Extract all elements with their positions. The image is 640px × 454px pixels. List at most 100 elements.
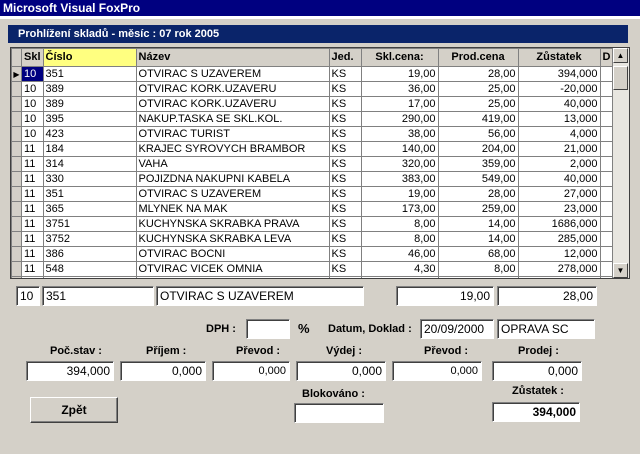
cell-cislo[interactable]: 351 [42, 66, 137, 82]
cell-jed[interactable]: KS [328, 231, 362, 247]
cell-jed[interactable]: KS [328, 171, 362, 187]
table-row[interactable]: 10 389 OTVIRAC KORK.UZAVERU KS 36,00 25,00 -20… [11, 81, 617, 97]
cell-skl[interactable]: 11 [21, 171, 44, 187]
cell-skl[interactable]: 11 [21, 216, 44, 232]
prevod1-field[interactable]: 0,000 [212, 361, 290, 381]
cell-cislo[interactable]: 330 [42, 171, 137, 187]
cell-cislo[interactable]: 389 [42, 96, 137, 112]
cell-skl[interactable]: 11 [21, 201, 44, 217]
col-header-skl-cena[interactable]: Skl.cena: [360, 48, 439, 67]
cell-zustatek[interactable]: 4,000 [517, 126, 601, 142]
cell-prod-cena[interactable]: 259,00 [437, 201, 519, 217]
cell-nazev[interactable]: KUCHYNSKA SKRABKA LEVA [135, 231, 330, 247]
col-header-zustatek[interactable]: Zůstatek [517, 48, 601, 67]
cell-cislo[interactable]: 3751 [42, 216, 137, 232]
cell-skl-cena[interactable]: 19,00 [360, 66, 439, 82]
table-row[interactable]: KS [11, 276, 617, 278]
cell-zustatek[interactable]: 13,000 [517, 111, 601, 127]
poc-stav-field[interactable]: 394,000 [26, 361, 114, 381]
col-header-nazev[interactable]: Název [135, 48, 330, 67]
cell-skl[interactable]: 11 [21, 261, 44, 277]
cell-cislo[interactable]: 395 [42, 111, 137, 127]
cell-prod-cena[interactable]: 549,00 [437, 171, 519, 187]
table-row[interactable]: ▶ 10 351 OTVIRAC S UZAVEREM KS 19,00 28,00 394,… [11, 66, 617, 82]
cell-zustatek[interactable]: 40,000 [517, 96, 601, 112]
scroll-up-icon[interactable]: ▲ [613, 48, 628, 63]
cell-jed[interactable]: KS [328, 66, 362, 82]
cell-cislo[interactable]: 365 [42, 201, 137, 217]
table-row[interactable]: 11 330 POJIZDNA NAKUPNI KABELA KS 383,00 549,… [11, 171, 617, 187]
cell-jed[interactable]: KS [328, 186, 362, 202]
cell-prod-cena[interactable]: 28,00 [437, 66, 519, 82]
cell-zustatek[interactable]: 27,000 [517, 186, 601, 202]
cell-cislo[interactable] [42, 276, 137, 278]
cell-skl-cena[interactable]: 19,00 [360, 186, 439, 202]
cell-skl[interactable]: 10 [21, 66, 44, 82]
back-button[interactable]: Zpět [30, 397, 118, 423]
cell-skl[interactable]: 11 [21, 156, 44, 172]
cell-skl[interactable]: 11 [21, 186, 44, 202]
cell-zustatek[interactable]: 21,000 [517, 141, 601, 157]
cell-jed[interactable]: KS [328, 246, 362, 262]
cell-prod-cena[interactable]: 25,00 [437, 81, 519, 97]
prodej-field[interactable]: 0,000 [492, 361, 582, 381]
cell-prod-cena[interactable]: 25,00 [437, 96, 519, 112]
table-row[interactable]: 10 395 NAKUP.TASKA SE SKL.KOL. KS 290,00 419,… [11, 111, 617, 127]
cell-prod-cena[interactable]: 204,00 [437, 141, 519, 157]
cell-cislo[interactable]: 548 [42, 261, 137, 277]
cell-cislo[interactable]: 314 [42, 156, 137, 172]
stock-grid[interactable]: Skl Číslo Název Jed. Skl.cena: Prod.cena… [10, 47, 630, 279]
cell-skl-cena[interactable]: 38,00 [360, 126, 439, 142]
zustatek-field[interactable]: 394,000 [492, 402, 580, 422]
cell-cislo[interactable]: 423 [42, 126, 137, 142]
cell-prod-cena[interactable]: 56,00 [437, 126, 519, 142]
cell-skl[interactable]: 11 [21, 231, 44, 247]
cell-skl-cena[interactable]: 17,00 [360, 96, 439, 112]
cell-prod-cena[interactable]: 419,00 [437, 111, 519, 127]
cell-skl-cena[interactable]: 8,00 [360, 216, 439, 232]
cell-skl[interactable]: 11 [21, 141, 44, 157]
table-row[interactable]: 11 314 VAHA KS 320,00 359,00 2,000 [11, 156, 617, 172]
cell-skl-cena[interactable]: 173,00 [360, 201, 439, 217]
cell-zustatek[interactable]: 40,000 [517, 171, 601, 187]
cell-skl[interactable]: 10 [21, 126, 44, 142]
cell-nazev[interactable]: NAKUP.TASKA SE SKL.KOL. [135, 111, 330, 127]
cell-skl[interactable]: 10 [21, 81, 44, 97]
cell-skl[interactable] [21, 276, 44, 278]
grid-scrollbar[interactable]: ▲ ▼ [612, 48, 629, 278]
cell-cislo[interactable]: 389 [42, 81, 137, 97]
cell-nazev[interactable]: KUCHYNSKA SKRABKA PRAVA [135, 216, 330, 232]
cell-nazev[interactable]: OTVIRAC VICEK OMNIA [135, 261, 330, 277]
cell-cislo[interactable]: 351 [42, 186, 137, 202]
cell-jed[interactable]: KS [328, 201, 362, 217]
cell-jed[interactable]: KS [328, 96, 362, 112]
blokovano-field[interactable] [294, 403, 384, 423]
detail-cislo-field[interactable]: 351 [42, 286, 154, 306]
cell-nazev[interactable]: OTVIRAC TURIST [135, 126, 330, 142]
table-row[interactable]: 11 386 OTVIRAC BOCNI KS 46,00 68,00 12,000 [11, 246, 617, 262]
cell-prod-cena[interactable]: 359,00 [437, 156, 519, 172]
cell-cislo[interactable]: 184 [42, 141, 137, 157]
cell-nazev[interactable]: MLYNEK NA MAK [135, 201, 330, 217]
cell-skl-cena[interactable]: 290,00 [360, 111, 439, 127]
cell-skl[interactable]: 10 [21, 96, 44, 112]
cell-skl[interactable]: 11 [21, 246, 44, 262]
cell-prod-cena[interactable] [437, 276, 519, 278]
detail-prod-cena-field[interactable]: 28,00 [497, 286, 597, 306]
detail-nazev-field[interactable]: OTVIRAC S UZAVEREM [156, 286, 364, 306]
cell-prod-cena[interactable]: 8,00 [437, 261, 519, 277]
table-row[interactable]: 11 548 OTVIRAC VICEK OMNIA KS 4,30 8,00 278,00… [11, 261, 617, 277]
cell-nazev[interactable]: OTVIRAC KORK.UZAVERU [135, 96, 330, 112]
cell-zustatek[interactable]: 394,000 [517, 66, 601, 82]
prijem-field[interactable]: 0,000 [120, 361, 206, 381]
cell-skl-cena[interactable]: 4,30 [360, 261, 439, 277]
cell-prod-cena[interactable]: 28,00 [437, 186, 519, 202]
cell-jed[interactable]: KS [328, 111, 362, 127]
table-row[interactable]: 11 351 OTVIRAC S UZAVEREM KS 19,00 28,00 27,00… [11, 186, 617, 202]
cell-skl-cena[interactable] [360, 276, 439, 278]
cell-jed[interactable]: KS [328, 126, 362, 142]
cell-skl-cena[interactable]: 140,00 [360, 141, 439, 157]
cell-prod-cena[interactable]: 14,00 [437, 216, 519, 232]
cell-skl-cena[interactable]: 383,00 [360, 171, 439, 187]
detail-skl-field[interactable]: 10 [16, 286, 40, 306]
